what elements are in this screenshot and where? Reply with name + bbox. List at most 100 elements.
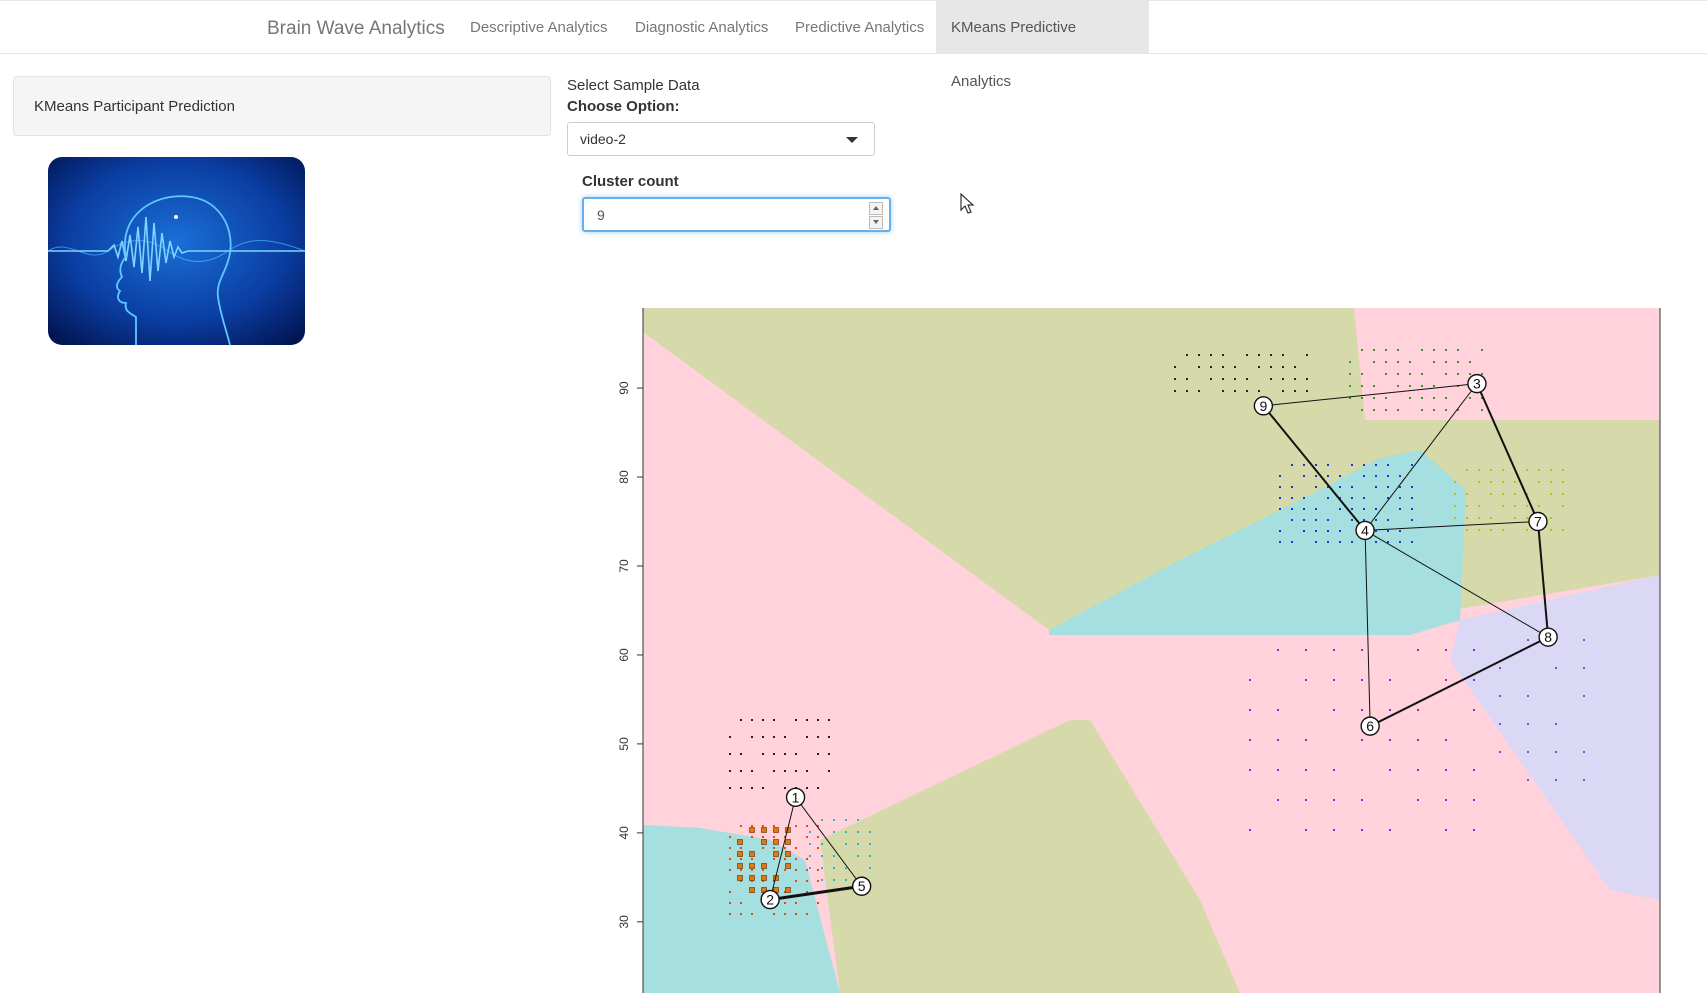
sample-point xyxy=(1527,639,1529,641)
sample-point xyxy=(751,787,753,789)
sample-point xyxy=(1363,508,1365,510)
sample-point xyxy=(1351,519,1353,521)
tab-kmeans-predictive-analytics[interactable]: KMeans Predictive Analytics xyxy=(936,1,1149,90)
sample-point xyxy=(1375,475,1377,477)
sample-point xyxy=(1445,679,1447,681)
sample-point xyxy=(1234,390,1236,392)
sample-point xyxy=(1351,464,1353,466)
cluster-count-input[interactable]: 9 xyxy=(582,197,891,232)
sample-point xyxy=(1305,829,1307,831)
cluster-center-label: 9 xyxy=(1259,398,1267,414)
sample-point xyxy=(1210,354,1212,356)
sample-point xyxy=(857,843,859,845)
sample-point xyxy=(1481,373,1483,375)
sample-point xyxy=(1389,679,1391,681)
sample-point xyxy=(1174,378,1176,380)
sample-point xyxy=(1361,397,1363,399)
sample-point xyxy=(1246,354,1248,356)
option-select-value: video-2 xyxy=(580,131,626,147)
sample-point xyxy=(1306,390,1308,392)
sample-point xyxy=(1409,397,1411,399)
sample-point xyxy=(1306,354,1308,356)
sample-point xyxy=(1502,481,1504,483)
sample-point xyxy=(1397,373,1399,375)
sample-point xyxy=(1411,508,1413,510)
sample-point xyxy=(1433,409,1435,411)
sample-point xyxy=(784,753,786,755)
cluster-center-2: 2 xyxy=(760,889,780,910)
tab-diagnostic-analytics[interactable]: Diagnostic Analytics xyxy=(620,1,783,53)
sample-point xyxy=(1186,390,1188,392)
sample-point xyxy=(1481,349,1483,351)
sample-point xyxy=(1473,649,1475,651)
sample-point xyxy=(1583,751,1585,753)
sample-point xyxy=(1249,829,1251,831)
sample-point xyxy=(1466,469,1468,471)
chevron-down-icon[interactable] xyxy=(846,137,858,143)
sample-point xyxy=(1562,529,1564,531)
sample-point xyxy=(749,827,755,833)
sample-point xyxy=(795,913,797,915)
sample-point xyxy=(795,869,797,871)
sample-point xyxy=(751,736,753,738)
sample-point xyxy=(817,869,819,871)
sample-point xyxy=(1361,373,1363,375)
sample-point xyxy=(828,719,830,721)
sample-point xyxy=(740,770,742,772)
sample-point xyxy=(1562,493,1564,495)
sample-point xyxy=(784,847,786,849)
sample-point xyxy=(817,719,819,721)
sample-point xyxy=(1526,529,1528,531)
sample-point xyxy=(751,719,753,721)
increment-icon[interactable] xyxy=(869,202,883,215)
sample-point xyxy=(1527,751,1529,753)
sample-point xyxy=(1502,493,1504,495)
sample-point xyxy=(1445,799,1447,801)
sample-point xyxy=(1361,679,1363,681)
sample-point xyxy=(821,843,823,845)
decrement-icon[interactable] xyxy=(869,216,883,229)
cluster-center-label: 4 xyxy=(1361,522,1369,538)
sample-point xyxy=(1526,469,1528,471)
tab-descriptive-analytics[interactable]: Descriptive Analytics xyxy=(455,1,623,53)
sample-point xyxy=(1291,508,1293,510)
sample-point xyxy=(740,719,742,721)
sample-point xyxy=(817,736,819,738)
sample-point xyxy=(773,913,775,915)
sample-point xyxy=(845,831,847,833)
sample-point xyxy=(1502,469,1504,471)
number-spinner[interactable] xyxy=(869,202,883,229)
sample-point xyxy=(740,913,742,915)
sample-point xyxy=(729,891,731,893)
sample-point xyxy=(1349,385,1351,387)
sample-point xyxy=(751,869,753,871)
sample-point xyxy=(1305,769,1307,771)
sample-point xyxy=(1315,530,1317,532)
sample-point xyxy=(1361,829,1363,831)
option-select[interactable]: video-2 xyxy=(567,122,875,156)
sidebar-panel: KMeans Participant Prediction xyxy=(13,76,551,136)
sample-point xyxy=(1457,349,1459,351)
sample-point xyxy=(1469,361,1471,363)
sample-point xyxy=(1387,475,1389,477)
sample-point xyxy=(1490,469,1492,471)
sample-point xyxy=(1562,481,1564,483)
sample-point xyxy=(1433,349,1435,351)
y-tick-label: 30 xyxy=(617,915,631,929)
brand-title[interactable]: Brain Wave Analytics xyxy=(267,18,445,40)
sample-point xyxy=(1333,829,1335,831)
sample-point xyxy=(1349,361,1351,363)
sample-point xyxy=(1333,769,1335,771)
sample-point xyxy=(729,858,731,860)
sample-point xyxy=(1409,361,1411,363)
sample-point xyxy=(1303,475,1305,477)
sample-point xyxy=(1258,390,1260,392)
sample-point xyxy=(1466,517,1468,519)
sample-point xyxy=(1527,695,1529,697)
tab-predictive-analytics[interactable]: Predictive Analytics xyxy=(780,1,939,53)
sample-point xyxy=(1387,464,1389,466)
sample-point xyxy=(1270,366,1272,368)
sample-point xyxy=(1466,529,1468,531)
sample-point xyxy=(785,851,791,857)
mouse-cursor-icon xyxy=(960,193,975,214)
